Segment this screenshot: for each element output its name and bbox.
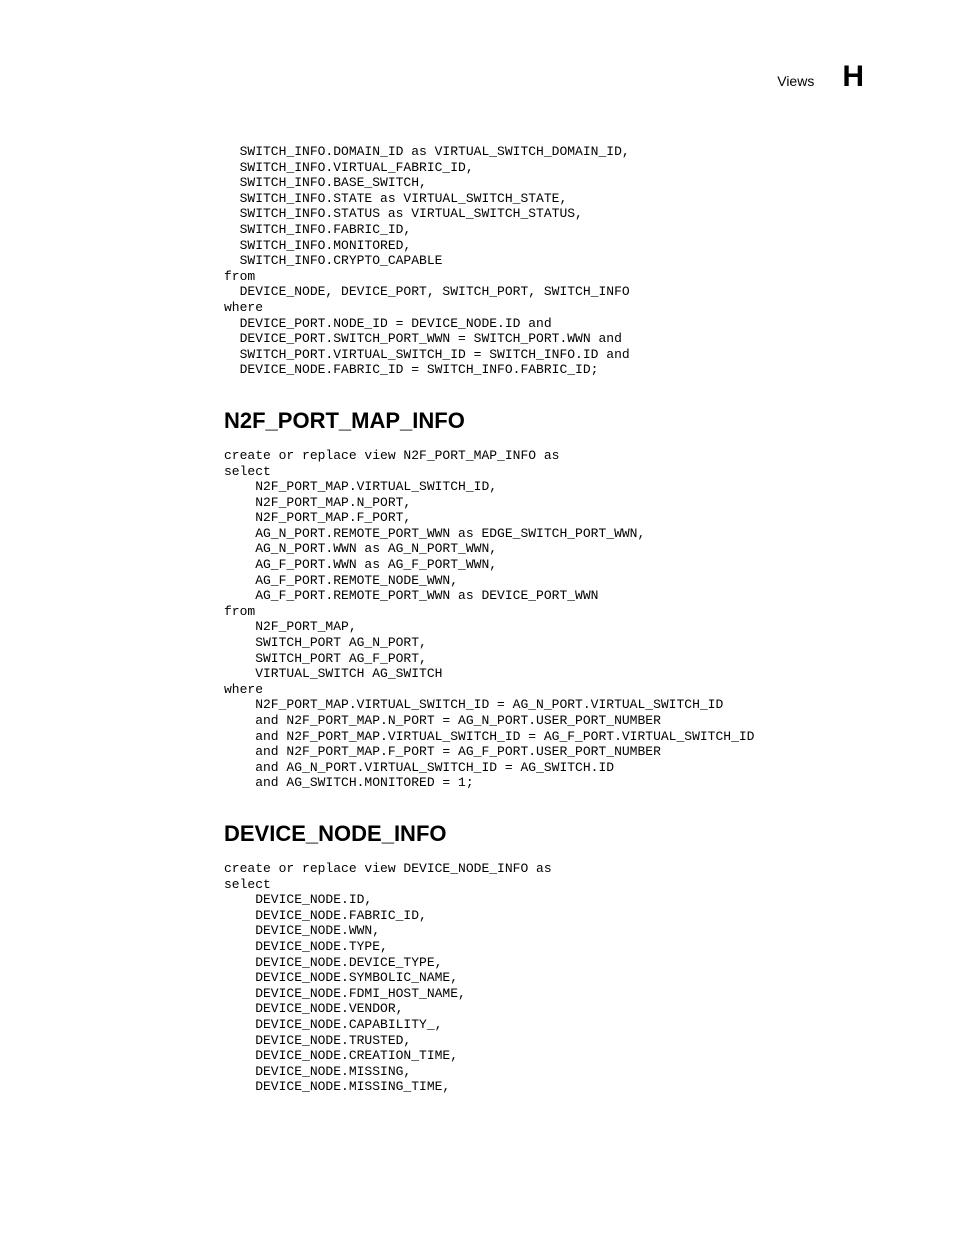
code-block-2: create or replace view N2F_PORT_MAP_INFO… <box>224 448 864 791</box>
page-header: Views H <box>90 60 864 94</box>
code-block-3: create or replace view DEVICE_NODE_INFO … <box>224 861 864 1095</box>
page: Views H SWITCH_INFO.DOMAIN_ID as VIRTUAL… <box>0 0 954 1235</box>
heading-n2f-port-map-info: N2F_PORT_MAP_INFO <box>224 408 864 434</box>
code-block-1: SWITCH_INFO.DOMAIN_ID as VIRTUAL_SWITCH_… <box>224 144 864 378</box>
header-section-label: Views <box>777 73 814 89</box>
heading-device-node-info: DEVICE_NODE_INFO <box>224 821 864 847</box>
page-content: SWITCH_INFO.DOMAIN_ID as VIRTUAL_SWITCH_… <box>224 144 864 1095</box>
header-appendix-letter: H <box>842 60 864 94</box>
